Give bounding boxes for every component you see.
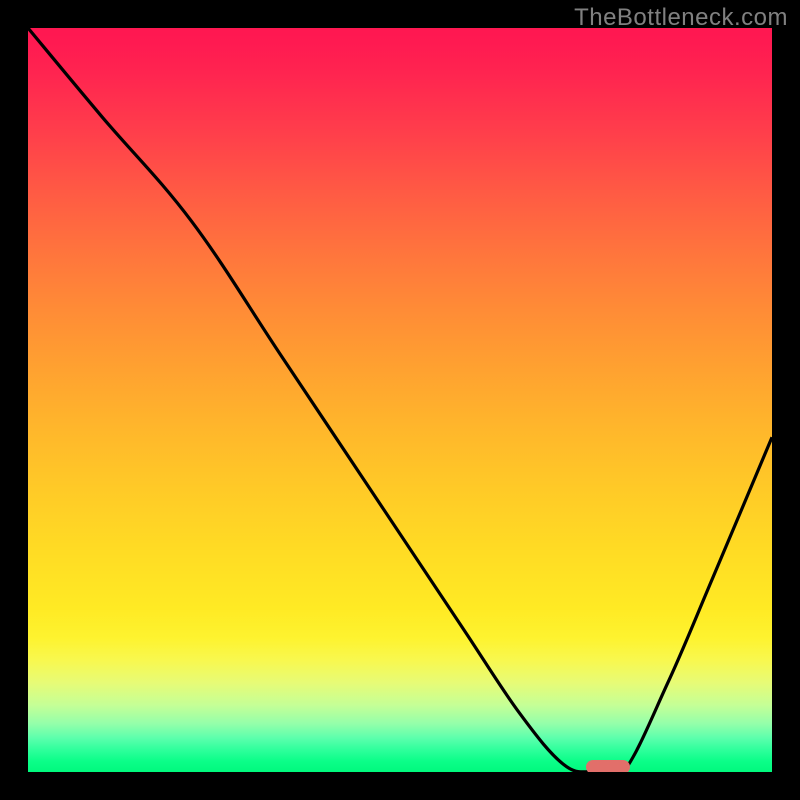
bottleneck-curve (28, 28, 772, 772)
optimum-marker (586, 760, 630, 772)
watermark-text: TheBottleneck.com (574, 4, 788, 32)
curve-line (28, 28, 772, 772)
chart-container: TheBottleneck.com (0, 0, 800, 800)
plot-area (28, 28, 772, 772)
